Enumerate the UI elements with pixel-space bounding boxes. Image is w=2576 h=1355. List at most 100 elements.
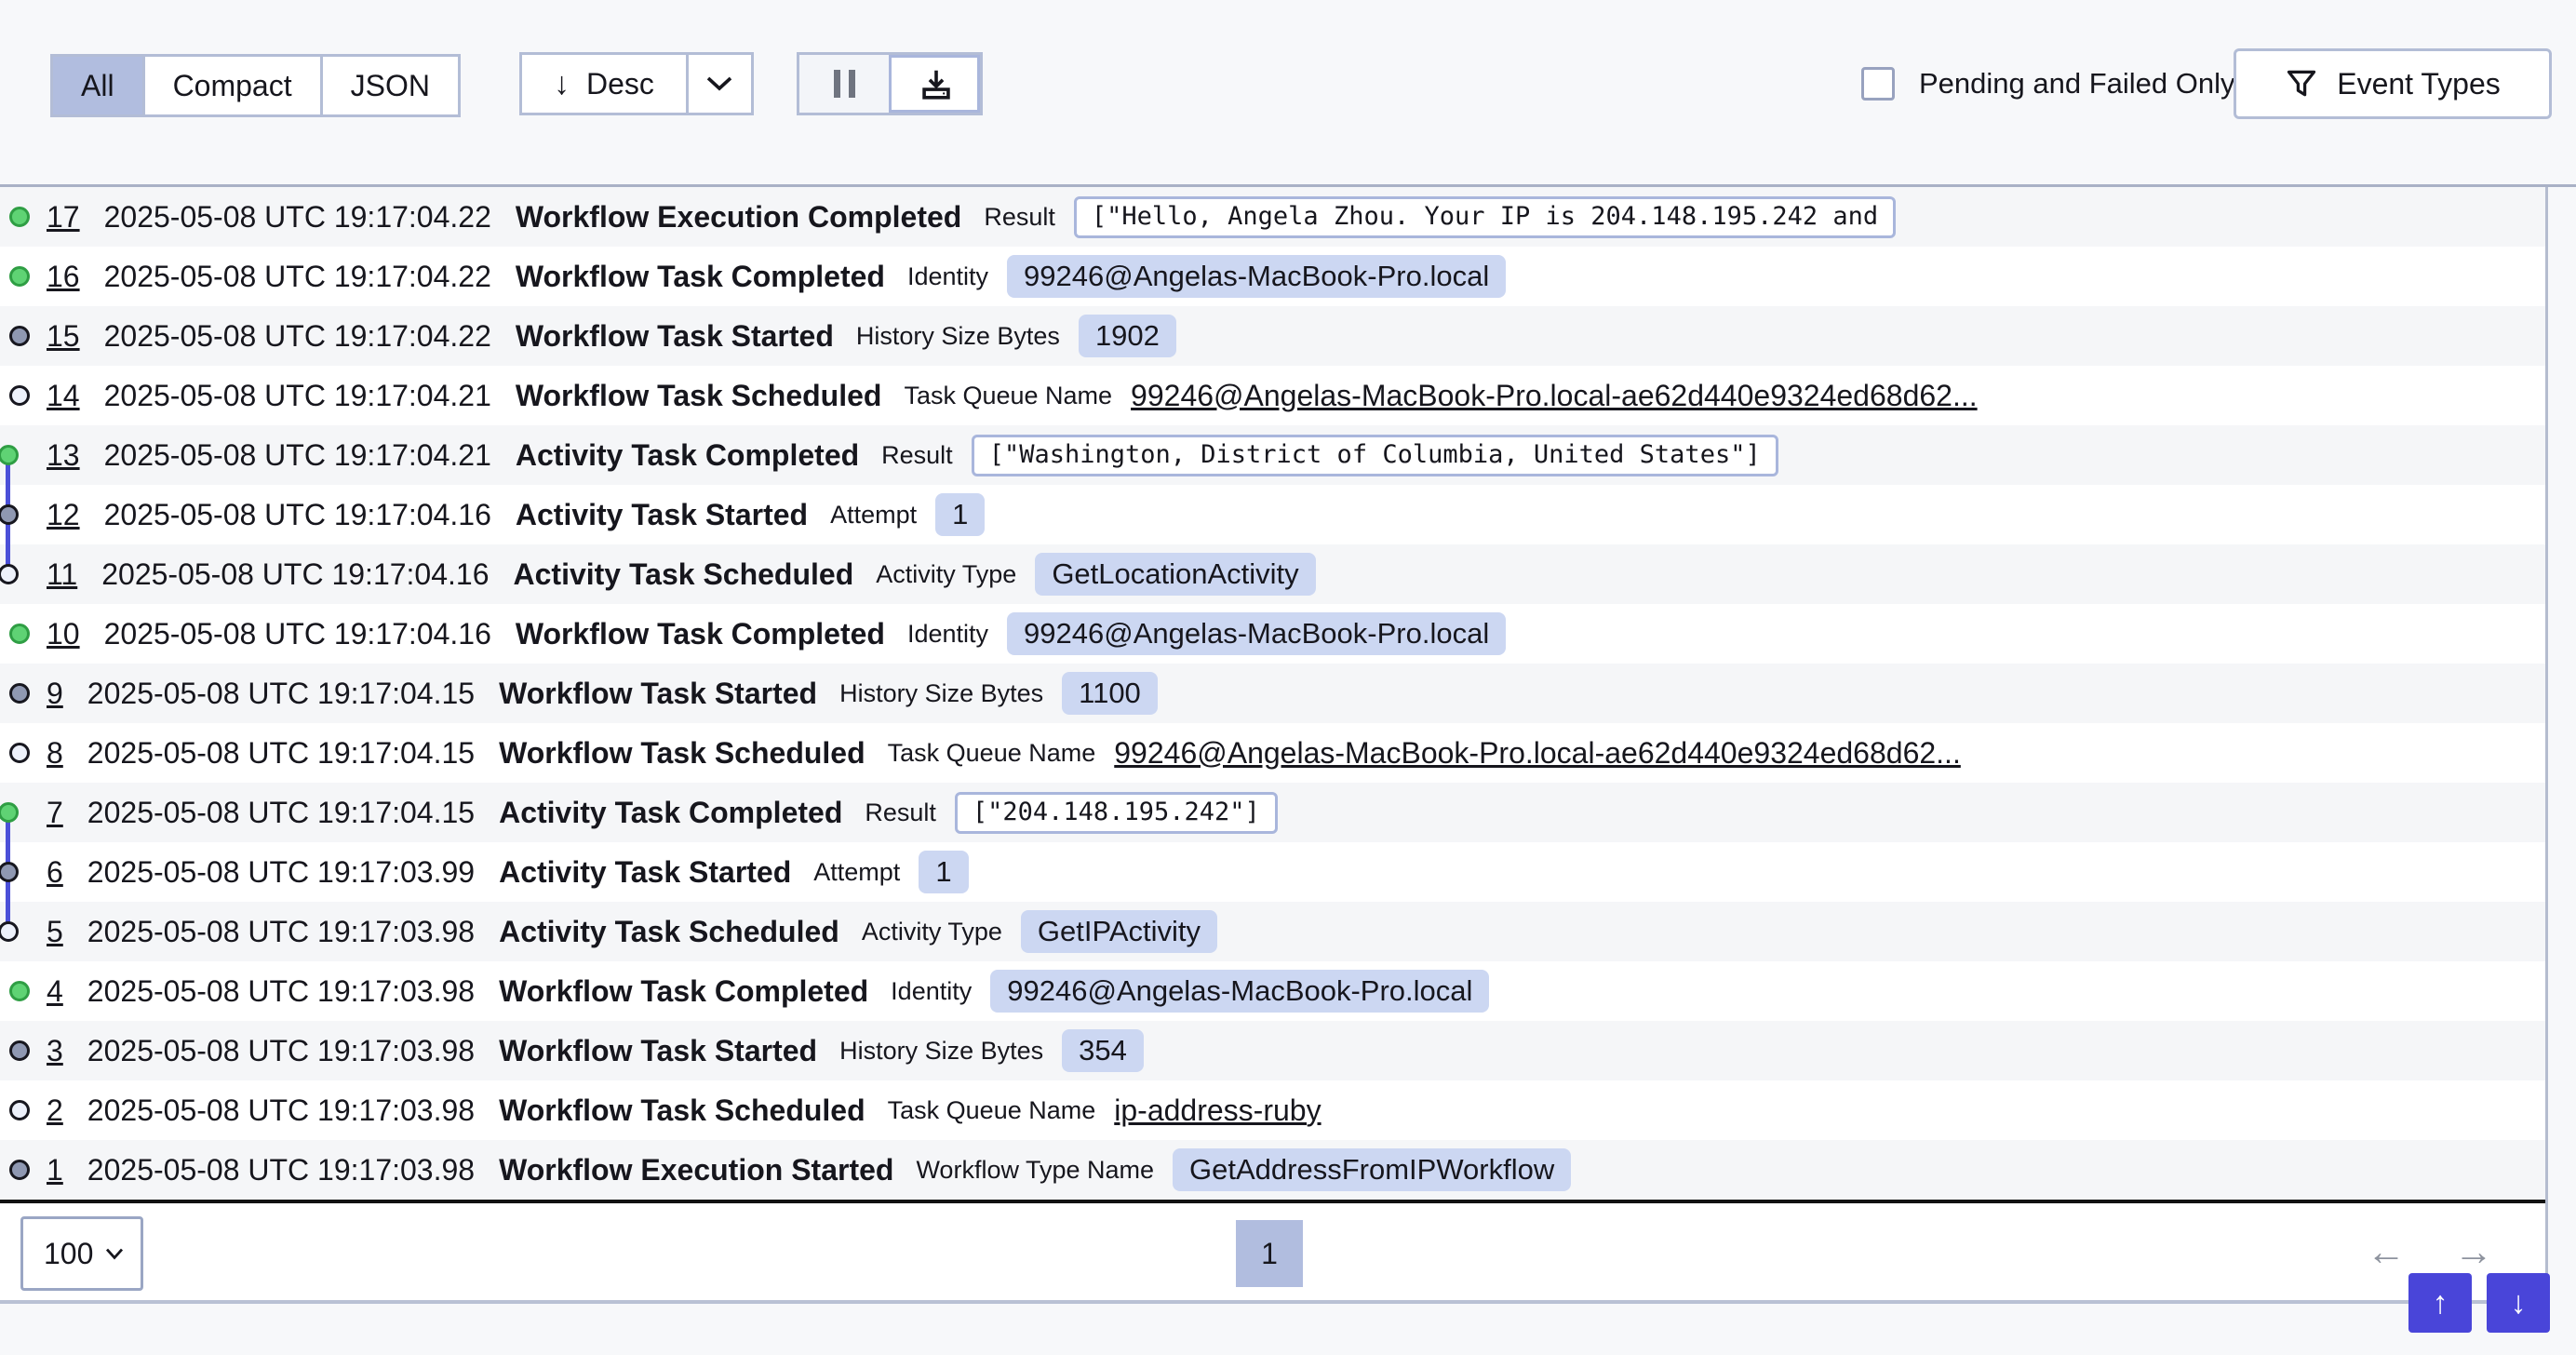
event-status-marker-icon (9, 624, 30, 644)
event-id-link[interactable]: 16 (47, 260, 80, 294)
event-name: Activity Task Started (516, 498, 808, 532)
event-status-marker-icon (9, 1040, 30, 1061)
event-timestamp: 2025-05-08 UTC 19:17:04.15 (87, 736, 475, 771)
event-attribute-value: 1100 (1062, 672, 1158, 715)
event-name: Workflow Task Started (499, 1034, 817, 1068)
event-status-marker-icon (0, 862, 19, 882)
event-row[interactable]: 14 2025-05-08 UTC 19:17:04.21 Workflow T… (0, 366, 2545, 425)
event-status-marker-icon (0, 445, 19, 465)
event-status-marker-icon (9, 326, 30, 346)
event-row[interactable]: 7 2025-05-08 UTC 19:17:04.15 Activity Ta… (0, 783, 2545, 842)
event-id-link[interactable]: 14 (47, 379, 80, 413)
event-id-link[interactable]: 1 (47, 1153, 63, 1187)
event-attribute-label: Attempt (830, 501, 917, 530)
event-name: Workflow Execution Completed (516, 200, 961, 235)
event-row[interactable]: 6 2025-05-08 UTC 19:17:03.99 Activity Ta… (0, 842, 2545, 902)
event-id-link[interactable]: 3 (47, 1034, 63, 1068)
event-name: Activity Task Completed (516, 438, 859, 473)
event-attribute-value[interactable]: 99246@Angelas-MacBook-Pro.local-ae62d440… (1131, 379, 1978, 413)
event-name: Workflow Task Scheduled (499, 736, 865, 771)
scroll-to-top-button[interactable]: ↑ (2408, 1273, 2472, 1333)
event-attribute-label: Attempt (813, 858, 900, 887)
page-size-select[interactable]: 100 (20, 1216, 143, 1291)
event-id-link[interactable]: 11 (47, 557, 77, 592)
event-id-link[interactable]: 15 (47, 319, 80, 354)
pause-button[interactable] (799, 55, 889, 113)
scroll-to-bottom-button[interactable]: ↓ (2487, 1273, 2550, 1333)
event-name: Workflow Task Started (499, 677, 817, 711)
workflow-history-panel: All Compact JSON ↓ Desc Pending and Fail… (0, 0, 2576, 1355)
event-timestamp: 2025-05-08 UTC 19:17:04.21 (104, 438, 491, 473)
event-rows: 17 2025-05-08 UTC 19:17:04.22 Workflow E… (0, 187, 2545, 1200)
event-attribute-label: Identity (907, 620, 988, 649)
event-row[interactable]: 10 2025-05-08 UTC 19:17:04.16 Workflow T… (0, 604, 2545, 664)
event-types-label: Event Types (2337, 67, 2501, 101)
event-id-link[interactable]: 4 (47, 974, 63, 1009)
event-id-link[interactable]: 17 (47, 200, 80, 235)
event-name: Activity Task Scheduled (514, 557, 854, 592)
page-size-value: 100 (44, 1237, 93, 1271)
event-row[interactable]: 15 2025-05-08 UTC 19:17:04.22 Workflow T… (0, 306, 2545, 366)
event-attribute-label: Task Queue Name (888, 1096, 1096, 1125)
scroll-buttons: ↑ ↓ (2408, 1273, 2550, 1333)
event-id-link[interactable]: 13 (47, 438, 80, 473)
event-row[interactable]: 17 2025-05-08 UTC 19:17:04.22 Workflow E… (0, 187, 2545, 247)
event-row[interactable]: 5 2025-05-08 UTC 19:17:03.98 Activity Ta… (0, 902, 2545, 961)
event-row[interactable]: 13 2025-05-08 UTC 19:17:04.21 Activity T… (0, 425, 2545, 485)
arrow-left-icon[interactable]: ← (2367, 1232, 2406, 1271)
sort-desc-button[interactable]: ↓ Desc (522, 55, 686, 113)
event-id-link[interactable]: 7 (47, 796, 63, 830)
event-id-link[interactable]: 2 (47, 1093, 63, 1128)
event-row[interactable]: 8 2025-05-08 UTC 19:17:04.15 Workflow Ta… (0, 723, 2545, 783)
event-name: Activity Task Completed (499, 796, 842, 830)
event-row[interactable]: 9 2025-05-08 UTC 19:17:04.15 Workflow Ta… (0, 664, 2545, 723)
event-id-link[interactable]: 8 (47, 736, 63, 771)
download-button[interactable] (889, 55, 980, 113)
event-row[interactable]: 16 2025-05-08 UTC 19:17:04.22 Workflow T… (0, 247, 2545, 306)
event-attribute-value[interactable]: ip-address-ruby (1114, 1093, 1321, 1128)
event-attribute-value: GetIPActivity (1021, 910, 1217, 953)
event-id-link[interactable]: 6 (47, 855, 63, 890)
sort-expand-button[interactable] (686, 55, 751, 113)
event-id-link[interactable]: 9 (47, 677, 63, 711)
event-status-marker-icon (9, 385, 30, 406)
event-row[interactable]: 1 2025-05-08 UTC 19:17:03.98 Workflow Ex… (0, 1140, 2545, 1200)
event-name: Activity Task Scheduled (499, 915, 839, 949)
event-status-marker-icon (9, 981, 30, 1001)
page-1-button[interactable]: 1 (1236, 1220, 1303, 1287)
event-attribute-label: History Size Bytes (839, 1037, 1043, 1066)
event-attribute-value[interactable]: 99246@Angelas-MacBook-Pro.local-ae62d440… (1114, 736, 1961, 771)
event-timestamp: 2025-05-08 UTC 19:17:04.15 (87, 796, 475, 830)
pending-failed-toggle[interactable]: Pending and Failed Only (1861, 50, 2235, 117)
arrow-right-icon[interactable]: → (2454, 1232, 2493, 1271)
event-attribute-label: Identity (907, 262, 988, 291)
pending-failed-checkbox[interactable] (1861, 67, 1895, 101)
event-status-marker-icon (0, 921, 19, 942)
history-content: 17 2025-05-08 UTC 19:17:04.22 Workflow E… (0, 184, 2576, 1304)
event-id-link[interactable]: 12 (47, 498, 80, 532)
event-attribute-label: Activity Type (876, 560, 1016, 589)
tab-compact[interactable]: Compact (142, 57, 320, 114)
event-attribute-value: 354 (1062, 1029, 1144, 1072)
event-types-button[interactable]: Event Types (2234, 48, 2552, 119)
event-timestamp: 2025-05-08 UTC 19:17:03.98 (87, 1093, 475, 1128)
event-id-link[interactable]: 10 (47, 617, 80, 651)
event-attribute-label: Task Queue Name (904, 382, 1112, 410)
event-row[interactable]: 2 2025-05-08 UTC 19:17:03.98 Workflow Ta… (0, 1080, 2545, 1140)
event-id-link[interactable]: 5 (47, 915, 63, 949)
chevron-down-icon (705, 75, 733, 92)
event-name: Workflow Execution Started (499, 1153, 893, 1187)
event-row[interactable]: 3 2025-05-08 UTC 19:17:03.98 Workflow Ta… (0, 1021, 2545, 1080)
event-row[interactable]: 4 2025-05-08 UTC 19:17:03.98 Workflow Ta… (0, 961, 2545, 1021)
event-row[interactable]: 12 2025-05-08 UTC 19:17:04.16 Activity T… (0, 485, 2545, 544)
event-attribute-label: Result (881, 441, 953, 470)
event-timestamp: 2025-05-08 UTC 19:17:03.98 (87, 1153, 475, 1187)
event-status-marker-icon (9, 266, 30, 287)
tab-json[interactable]: JSON (320, 57, 458, 114)
event-timestamp: 2025-05-08 UTC 19:17:03.98 (87, 915, 475, 949)
event-attribute-value: ["204.148.195.242"] (955, 792, 1278, 834)
event-timestamp: 2025-05-08 UTC 19:17:04.16 (104, 498, 491, 532)
tab-all[interactable]: All (53, 57, 142, 114)
event-row[interactable]: 11 2025-05-08 UTC 19:17:04.16 Activity T… (0, 544, 2545, 604)
event-name: Workflow Task Completed (516, 260, 885, 294)
